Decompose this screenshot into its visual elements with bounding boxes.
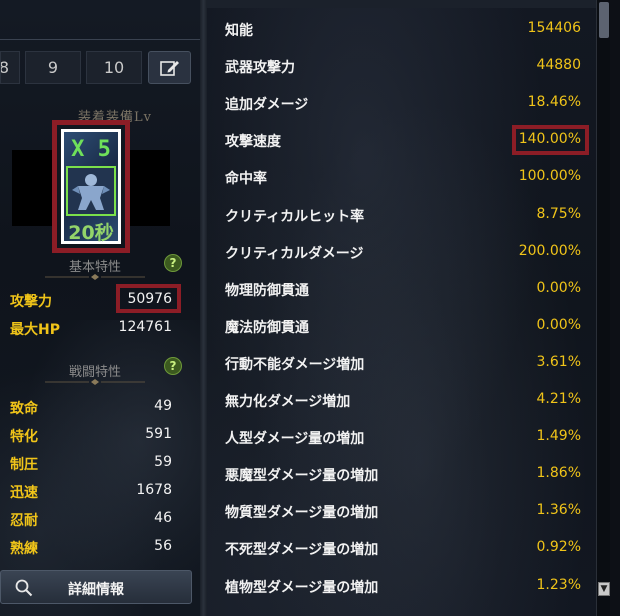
- detail-stat-value: 100.00%: [518, 168, 581, 185]
- detail-stat-value: 0.00%: [536, 279, 581, 296]
- detail-stat-row: 武器攻撃力 44880: [207, 48, 596, 85]
- level-tab-9[interactable]: 9: [25, 51, 81, 84]
- stat-value-swiftness: 1678: [136, 482, 172, 498]
- detail-stat-value: 1.23%: [536, 576, 581, 593]
- detail-stat-value: 3.61%: [536, 353, 581, 370]
- detail-stat-label: 武器攻撃力: [225, 60, 295, 77]
- detail-stat-label: クリティカルダメージ: [225, 245, 364, 262]
- scroll-down-arrow-icon[interactable]: ▼: [598, 582, 610, 596]
- scrollbar[interactable]: ▼: [596, 0, 610, 616]
- detail-stat-label: 追加ダメージ: [225, 97, 309, 114]
- detail-stat-value: 1.49%: [536, 428, 581, 445]
- detail-stat-value: 154406: [527, 20, 581, 36]
- section-ornament: [45, 379, 145, 385]
- stat-value-domination: 59: [154, 454, 172, 470]
- stat-value-endurance: 46: [154, 510, 172, 526]
- basic-stats-heading: 基本特性: [68, 260, 121, 275]
- detail-stat-row: 無力化ダメージ増加 4.21%: [207, 382, 596, 419]
- detail-stat-value: 8.75%: [536, 205, 581, 222]
- detail-stat-row: 物質型ダメージ量の増加 1.36%: [207, 493, 596, 530]
- search-icon: [15, 579, 33, 597]
- detail-info-button[interactable]: 詳細情報: [0, 570, 192, 604]
- detail-stat-value: 1.86%: [536, 465, 581, 482]
- detail-stat-label: 攻撃速度: [225, 134, 281, 151]
- level-tab-10[interactable]: 10: [86, 51, 142, 84]
- stat-label-max-hp: 最大HP: [10, 322, 60, 338]
- detail-stat-row: 物理防御貫通 0.00%: [207, 271, 596, 308]
- detail-stat-label: 悪魔型ダメージ量の増加: [225, 468, 379, 485]
- detail-stat-value: 4.21%: [536, 391, 581, 407]
- detail-stat-label: 行動不能ダメージ増加: [225, 356, 365, 373]
- stat-value-max-hp: 124761: [118, 319, 172, 335]
- divider-line: [0, 39, 200, 40]
- detail-stat-value: 200.00%: [518, 242, 581, 259]
- attack-speed-highlight-box: [512, 125, 589, 155]
- detail-stat-row: クリティカルダメージ 200.00%: [207, 234, 596, 271]
- detail-stat-label: クリティカルヒット率: [225, 208, 365, 225]
- detail-stat-value: 0.92%: [536, 539, 581, 556]
- detail-stat-label: 無力化ダメージ増加: [225, 394, 351, 410]
- detail-stats-panel: 知能 154406 武器攻撃力 44880 追加ダメージ 18.46% 攻撃速度 140.00…: [207, 0, 596, 616]
- detail-stat-label: 物理防御貫通: [225, 282, 309, 299]
- equipment-slot-right: [128, 150, 170, 226]
- detail-info-label: 詳細情報: [68, 582, 124, 598]
- detail-stat-row: 悪魔型ダメージ量の増加 1.86%: [207, 456, 596, 493]
- detail-stat-label: 命中率: [225, 171, 267, 188]
- stat-label-crit: 致命: [10, 401, 38, 417]
- detail-stat-label: 知能: [225, 23, 253, 39]
- detail-stat-row: 植物型ダメージ量の増加 1.23%: [207, 568, 596, 605]
- stat-value-expertise: 56: [154, 538, 172, 554]
- stat-value-specialization: 591: [145, 426, 172, 442]
- window-edge: [610, 0, 620, 616]
- scrollbar-thumb[interactable]: [599, 2, 609, 38]
- detail-stat-label: 魔法防御貫通: [225, 319, 309, 336]
- panel-top-bar: [207, 0, 596, 8]
- equipment-slot-left: [12, 150, 56, 226]
- detail-stat-label: 植物型ダメージ量の増加: [225, 579, 379, 596]
- stat-label-endurance: 忍耐: [10, 513, 38, 529]
- help-icon[interactable]: ?: [164, 254, 182, 272]
- detail-stat-value: 1.36%: [536, 502, 581, 519]
- stat-label-domination: 制圧: [10, 457, 38, 473]
- buff-highlight-frame: X 5 20秒: [52, 120, 130, 253]
- detail-stat-label: 人型ダメージ量の増加: [225, 431, 365, 448]
- detail-stat-row: 魔法防御貫通 0.00%: [207, 308, 596, 345]
- panel-divider: [200, 0, 207, 616]
- stat-label-expertise: 熟練: [10, 541, 38, 557]
- buff-icon-card[interactable]: X 5 20秒: [61, 129, 121, 244]
- help-icon[interactable]: ?: [164, 357, 182, 375]
- character-stats-panel: 8 9 10 装着装備Lv X 5 20秒 基本特性: [0, 0, 200, 616]
- buff-figure-icon: [66, 166, 116, 216]
- buff-duration: 20秒: [68, 222, 114, 244]
- stat-label-attack: 攻撃力: [10, 294, 52, 310]
- detail-stat-label: 物質型ダメージ量の増加: [225, 505, 379, 522]
- combat-stats-heading: 戦闘特性: [68, 365, 121, 380]
- stat-label-swiftness: 迅速: [10, 485, 38, 501]
- detail-stat-value: 0.00%: [536, 316, 581, 333]
- detail-stat-row: 知能 154406: [207, 11, 596, 48]
- detail-stat-value: 44880: [536, 57, 581, 74]
- detail-stat-row: 追加ダメージ 18.46%: [207, 85, 596, 122]
- attack-highlight-box: [116, 284, 181, 313]
- section-ornament: [45, 274, 145, 280]
- detail-stat-row: クリティカルヒット率 8.75%: [207, 197, 596, 234]
- level-tab-8[interactable]: 8: [0, 51, 20, 84]
- stat-value-crit: 49: [154, 398, 172, 414]
- detail-stat-row: 人型ダメージ量の増加 1.49%: [207, 419, 596, 456]
- edit-button[interactable]: [148, 51, 191, 84]
- detail-stat-value: 18.46%: [527, 94, 581, 111]
- detail-stat-label: 不死型ダメージ量の増加: [225, 542, 379, 559]
- stat-label-specialization: 特化: [10, 429, 38, 445]
- pencil-icon: [160, 61, 179, 76]
- buff-stack-count: X 5: [71, 137, 111, 162]
- detail-stat-row: 行動不能ダメージ増加 3.61%: [207, 345, 596, 382]
- detail-stat-row: 命中率 100.00%: [207, 159, 596, 196]
- detail-stat-row: 不死型ダメージ量の増加 0.92%: [207, 530, 596, 567]
